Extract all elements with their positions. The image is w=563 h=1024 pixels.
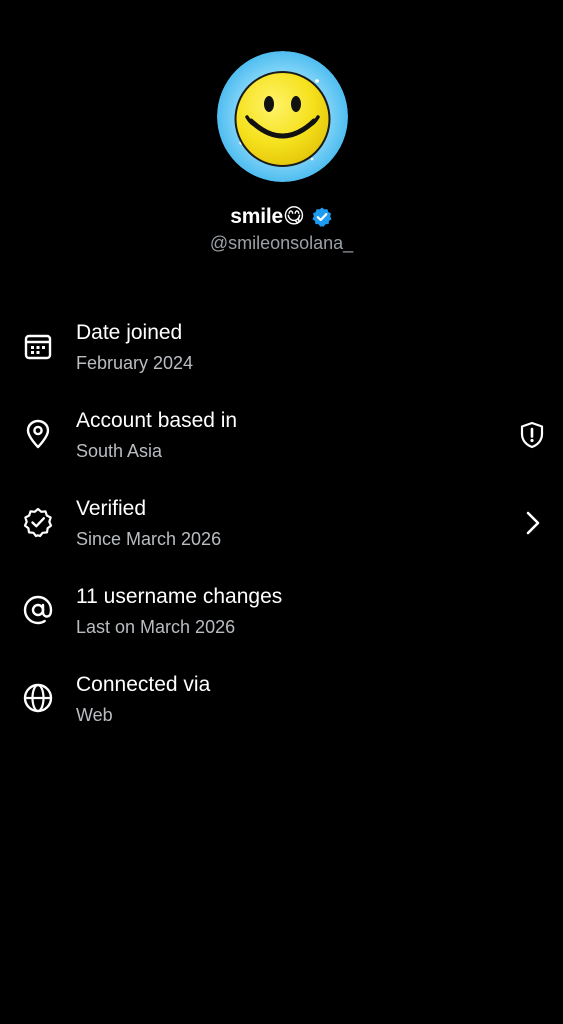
info-subtitle: Web xyxy=(76,705,113,725)
avatar[interactable] xyxy=(217,51,348,182)
info-title: Verified xyxy=(76,497,147,520)
info-subtitle: Since March 2026 xyxy=(76,529,222,549)
at-sign-icon xyxy=(23,595,53,625)
info-subtitle: February 2024 xyxy=(76,353,194,373)
smiley-face-avatar xyxy=(217,51,348,182)
info-subtitle: Last on March 2026 xyxy=(76,617,236,637)
verified-badge-icon[interactable] xyxy=(311,206,333,228)
verified-item[interactable]: Verified Since March 2026 xyxy=(0,480,563,568)
info-subtitle: South Asia xyxy=(76,441,163,461)
username-changes-item: 11 username changes Last on March 2026 xyxy=(0,568,563,656)
name-row: smile😋 xyxy=(0,204,563,229)
info-title: 11 username changes xyxy=(76,585,283,608)
connected-via-item: Connected via Web xyxy=(0,656,563,744)
shield-alert-icon[interactable] xyxy=(517,420,547,450)
info-title: Connected via xyxy=(76,673,211,696)
location-pin-icon xyxy=(26,419,50,449)
calendar-icon xyxy=(24,334,52,360)
display-name: smile😋 xyxy=(230,205,305,228)
info-title: Date joined xyxy=(76,321,183,344)
chevron-right-icon[interactable] xyxy=(517,508,547,538)
globe-icon xyxy=(23,683,53,713)
account-based-in-item[interactable]: Account based in South Asia xyxy=(0,392,563,480)
handle: @smileonsolana_ xyxy=(209,233,354,253)
account-info-list: Date joined February 2024 Account based … xyxy=(0,304,563,744)
verified-outline-icon xyxy=(23,507,53,538)
info-title: Account based in xyxy=(76,409,238,432)
date-joined-item: Date joined February 2024 xyxy=(0,304,563,392)
